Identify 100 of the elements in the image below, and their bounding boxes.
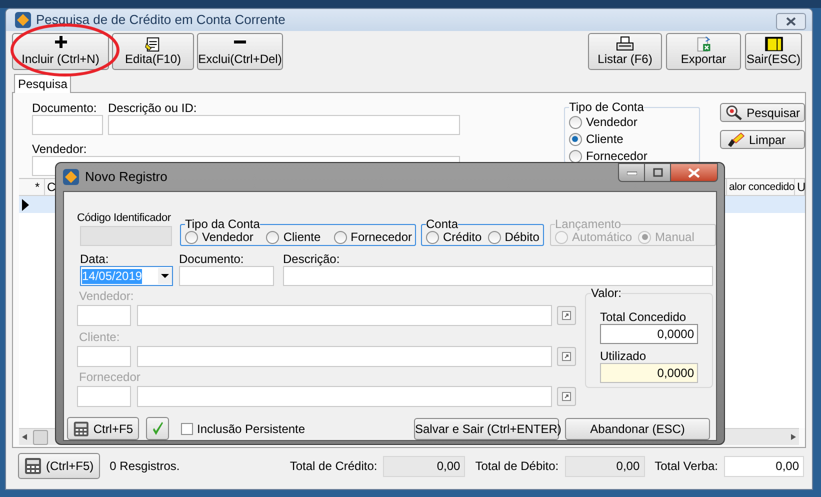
dialog-button[interactable]: Salvar e Sair (Ctrl+ENTER) (414, 418, 559, 440)
record-count: 0 Resgistros. (110, 458, 180, 475)
minimize-icon (626, 170, 636, 174)
group-title: Tipo da Conta (185, 218, 260, 230)
radio-button[interactable] (426, 230, 439, 244)
checkbox[interactable] (181, 422, 193, 434)
plus-icon (54, 36, 66, 48)
field-label: Data: (80, 252, 110, 266)
maximize-button[interactable] (645, 163, 671, 182)
description-field[interactable] (108, 115, 460, 135)
radio-label: Manual (655, 230, 694, 244)
radio-button[interactable] (568, 132, 582, 146)
calculator-icon (73, 420, 90, 438)
toolbar-button[interactable]: Listar (F6) (588, 33, 662, 70)
close-button[interactable] (776, 12, 806, 30)
brush-icon (725, 132, 745, 148)
radio-label: Crédito (443, 230, 482, 244)
radio-label: Fornecedor (586, 149, 648, 163)
app-icon (15, 12, 31, 28)
toolbar-button[interactable]: Exportar (666, 33, 741, 70)
shortcut-icon (562, 352, 571, 361)
toolbar-button[interactable]: Sair(ESC) (745, 33, 802, 70)
value-field[interactable]: 0,0000 (600, 363, 698, 383)
tab[interactable]: Pesquisa (14, 74, 72, 93)
close-icon (688, 168, 700, 178)
dialog-title: Novo Registro (85, 168, 168, 186)
radio-label: Débito (504, 230, 540, 244)
field-label: Vendedor: (79, 289, 135, 303)
name-field[interactable] (137, 386, 552, 407)
total-field[interactable]: 0,00 (724, 456, 804, 476)
total-label: Total Verba: (654, 458, 718, 475)
checkbox-label: Inclusão Persistente (197, 420, 306, 438)
total-field[interactable]: 0,00 (564, 456, 645, 476)
door-icon (762, 36, 784, 52)
radio-label: Automático (572, 230, 632, 244)
toolbar-button[interactable]: Incluir (Ctrl+N) (12, 33, 109, 70)
group-title: Conta (426, 218, 458, 230)
document-field[interactable] (179, 266, 274, 286)
radio-button[interactable] (568, 116, 582, 128)
group-title: Lançamento (555, 218, 622, 230)
confirm-button[interactable] (146, 417, 169, 440)
radio-label: Cliente (586, 132, 624, 146)
code-field[interactable] (77, 305, 131, 326)
field-value: 14/05/2019 (82, 268, 142, 284)
name-field[interactable] (137, 346, 552, 367)
notepad-icon (145, 36, 161, 52)
radio-button[interactable] (334, 230, 347, 244)
code-field[interactable] (77, 386, 131, 407)
lookup-button[interactable] (557, 347, 576, 366)
total-label: Total de Débito: (475, 458, 559, 475)
radio-button[interactable] (266, 230, 280, 244)
app-icon (63, 169, 79, 185)
spreadsheet-icon (696, 36, 712, 52)
field-label: Código Identificador (77, 211, 171, 225)
name-field[interactable] (137, 305, 552, 326)
radio-button[interactable] (488, 230, 501, 244)
id-field[interactable] (80, 226, 172, 246)
radio-label: Cliente (283, 230, 321, 244)
shortcut-icon (562, 392, 571, 401)
toolbar-button[interactable]: Edita(F10) (112, 33, 194, 70)
code-field[interactable] (77, 346, 131, 367)
field-label: Descrição ou ID: (108, 101, 198, 115)
printer-icon (616, 36, 634, 52)
search-button[interactable]: Pesquisar (720, 103, 805, 122)
close-button[interactable] (671, 163, 718, 182)
search-button[interactable]: Limpar (720, 130, 805, 149)
field-label: Documento: (179, 252, 245, 266)
column-header[interactable]: U (795, 179, 805, 195)
calculator-button[interactable]: (Ctrl+F5) (18, 453, 100, 479)
field-label: Cliente: (79, 330, 121, 344)
radio-button[interactable] (185, 230, 198, 244)
maximize-icon (652, 168, 662, 177)
dialog-button[interactable]: Abandonar (ESC) (565, 418, 710, 440)
lookup-button[interactable] (557, 387, 576, 406)
description-field[interactable] (283, 266, 713, 286)
column-header[interactable]: alor concedido (727, 179, 795, 195)
scroll-thumb[interactable] (33, 430, 48, 444)
window-title: Pesquisa de de Crédito em Conta Corrente (36, 11, 286, 30)
column-header[interactable]: * (33, 179, 45, 195)
close-icon (786, 16, 796, 26)
radio-label: Fornecedor (350, 230, 412, 244)
field-label: Documento: (32, 101, 98, 115)
lookup-button[interactable] (557, 306, 576, 325)
radio-button[interactable] (568, 150, 582, 162)
dropdown-icon (158, 268, 172, 284)
total-field[interactable]: 0,00 (383, 456, 466, 476)
calculator-icon (24, 457, 42, 475)
checkmark-icon (152, 422, 164, 436)
magnifier-icon (725, 104, 743, 120)
toolbar-button[interactable]: Exclui(Ctrl+Del) (197, 33, 283, 70)
document-field[interactable] (32, 115, 103, 135)
radio-label: Vendedor (586, 115, 638, 129)
value-field[interactable]: 0,0000 (600, 324, 698, 344)
shortcut-icon (562, 311, 571, 320)
field-label: Descrição: (283, 252, 341, 266)
calculator-button[interactable]: Ctrl+F5 (67, 417, 139, 440)
minimize-button[interactable] (618, 163, 645, 182)
field-label: Fornecedor (79, 370, 142, 384)
row-pointer-icon (21, 198, 29, 210)
field-label: Vendedor: (32, 142, 88, 156)
